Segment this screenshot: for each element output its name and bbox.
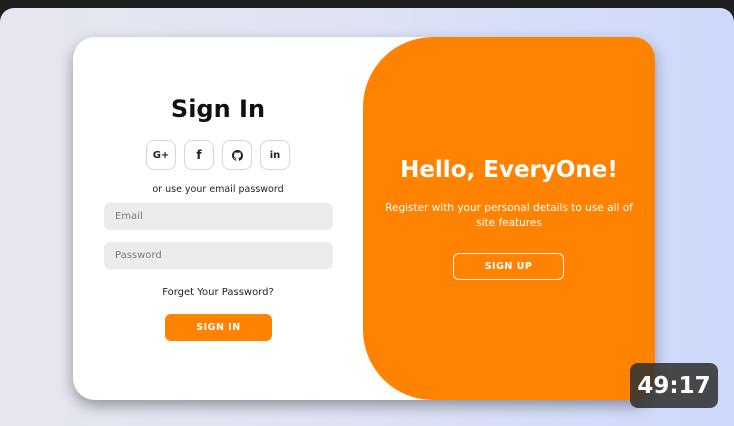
google-plus-icon: G+ xyxy=(152,149,170,161)
auth-card: Sign In G+ f in or use your email passwo… xyxy=(73,37,655,400)
facebook-button[interactable]: f xyxy=(184,140,214,170)
signin-title: Sign In xyxy=(170,95,266,123)
facebook-icon: f xyxy=(196,148,202,162)
forgot-password-link[interactable]: Forget Your Password? xyxy=(73,287,363,298)
linkedin-icon: in xyxy=(269,149,281,161)
register-text: Register with your personal details to u… xyxy=(385,202,633,229)
welcome-title: Hello, EveryOne! xyxy=(400,157,618,183)
password-field[interactable] xyxy=(104,242,333,269)
video-thumbnail[interactable]: Sign In G+ f in or use your email passwo… xyxy=(0,8,734,426)
github-icon xyxy=(231,149,243,161)
linkedin-button[interactable]: in xyxy=(260,140,290,170)
video-duration-badge: 49:17 xyxy=(630,363,718,408)
signin-button[interactable]: SIGN IN xyxy=(165,314,272,341)
social-buttons: G+ f in xyxy=(146,140,290,170)
alt-login-text: or use your email password xyxy=(152,184,284,195)
signup-button[interactable]: SIGN UP xyxy=(453,253,564,280)
signin-panel: Sign In G+ f in or use your email passwo… xyxy=(73,37,363,400)
email-field[interactable] xyxy=(104,203,333,230)
github-button[interactable] xyxy=(222,140,252,170)
google-plus-button[interactable]: G+ xyxy=(146,140,176,170)
signup-panel: Hello, EveryOne! Register with your pers… xyxy=(363,37,655,400)
